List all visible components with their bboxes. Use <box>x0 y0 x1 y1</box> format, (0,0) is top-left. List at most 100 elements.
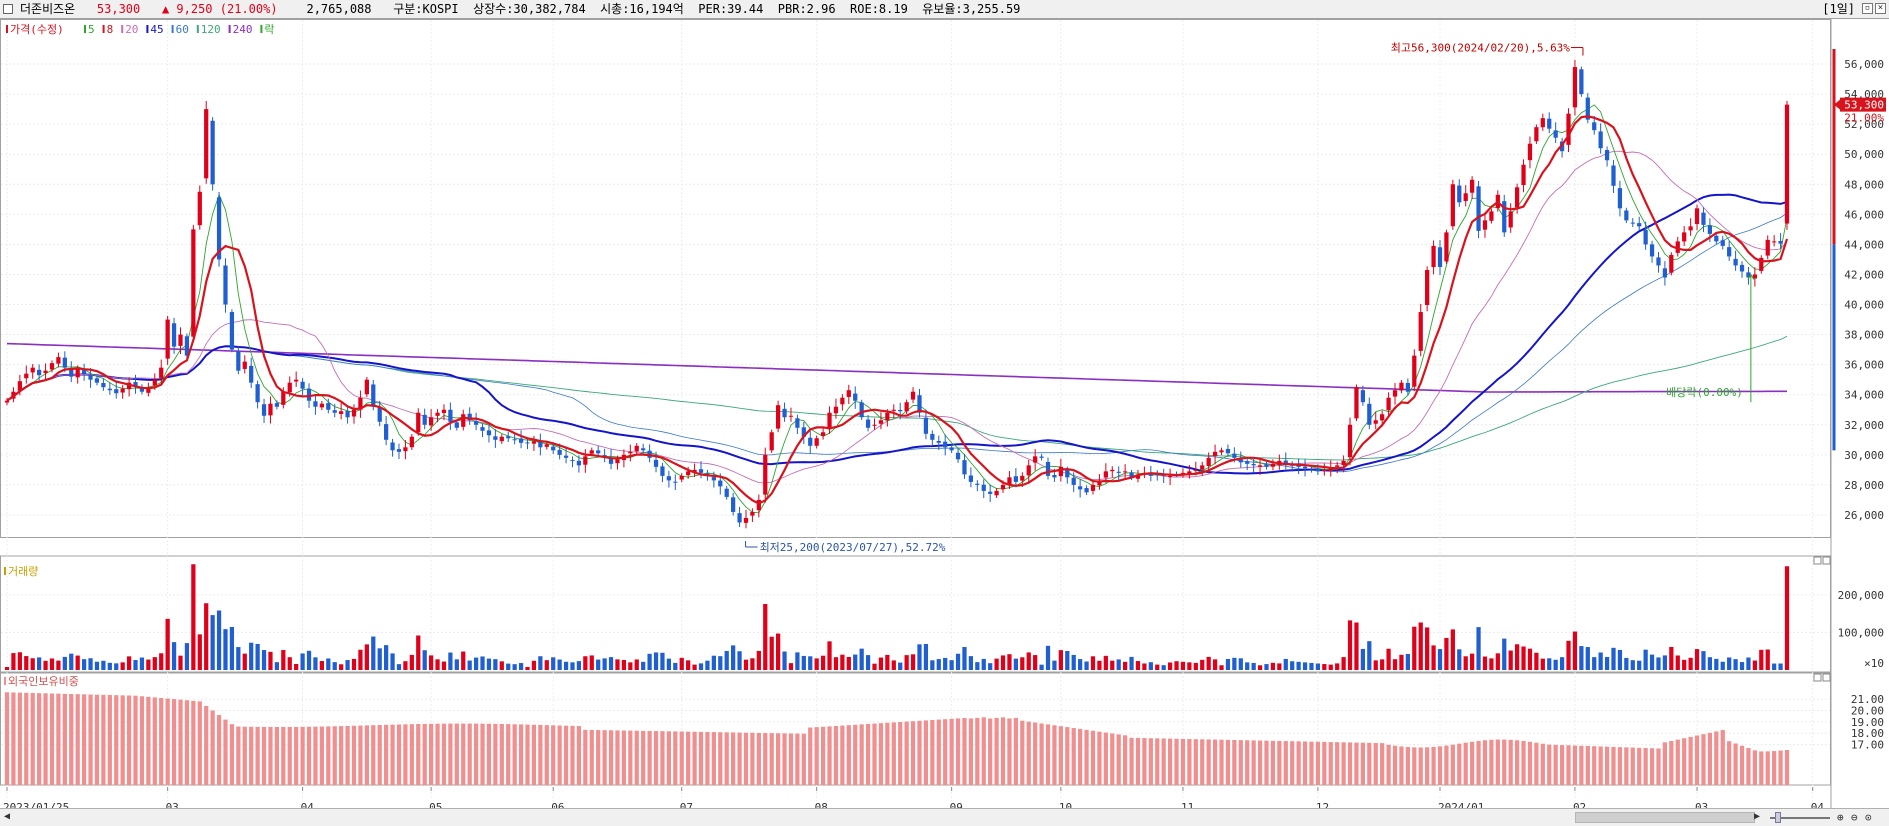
foreign-bar <box>872 723 877 785</box>
candle-body <box>512 439 517 441</box>
candle-body <box>1084 488 1089 493</box>
zoom-slider-handle[interactable] <box>1775 812 1781 823</box>
foreign-bar <box>294 726 299 785</box>
foreign-bar <box>1013 717 1019 785</box>
volume-bar <box>917 644 922 670</box>
candle-body <box>1212 451 1218 457</box>
candle-body <box>846 390 851 397</box>
volume-bar <box>1553 659 1558 670</box>
chart-scrollbar[interactable]: ◀ ▶ ⊕ ⊖ ⊙ <box>0 808 1889 826</box>
foreign-bar <box>107 695 112 785</box>
candle-body <box>1437 247 1443 267</box>
candle-body <box>878 420 884 424</box>
candle-body <box>1604 150 1610 161</box>
candle-body <box>930 433 935 440</box>
foreign-panel-close-icon[interactable] <box>1822 673 1831 682</box>
volume-bar <box>294 663 299 670</box>
foreign-bar <box>1193 739 1198 785</box>
scroll-left-icon[interactable]: ◀ <box>4 811 10 822</box>
header-checkbox[interactable] <box>3 4 13 14</box>
candle-body <box>1335 465 1340 467</box>
candle-body <box>660 466 665 476</box>
foreign-bar <box>859 724 864 785</box>
volume-bar <box>1116 659 1121 670</box>
volume-bar <box>178 655 183 670</box>
foreign-bar <box>775 733 781 785</box>
volume-bar <box>608 657 614 670</box>
scroll-right-icon[interactable]: ▶ <box>1754 811 1760 822</box>
candle-body <box>1302 466 1308 469</box>
volume-bar <box>1682 659 1687 670</box>
month-tick-label: 04 <box>301 801 315 808</box>
foreign-bar <box>731 732 736 785</box>
period-selector[interactable]: [1일] <box>1822 2 1855 17</box>
foreign-bar <box>1026 721 1031 785</box>
volume-bar <box>306 650 312 670</box>
volume-bar <box>159 653 164 670</box>
volume-bar <box>1219 665 1224 670</box>
candle-body <box>1688 226 1693 231</box>
volume-bar <box>1341 657 1346 670</box>
foreign-bar <box>1675 739 1680 785</box>
reserve-ratio: 유보율:3,255.59 <box>922 2 1021 16</box>
price-tick-label: 48,000 <box>1844 178 1884 191</box>
foreign-bar <box>570 725 575 785</box>
foreign-bar <box>846 725 851 785</box>
volume-panel-restore-icon[interactable] <box>1813 556 1822 565</box>
restore-icon[interactable]: ▫ <box>1862 3 1873 14</box>
zoom-out-icon[interactable]: ⊖ <box>1851 811 1858 824</box>
zoom-in-icon[interactable]: ⊕ <box>1837 811 1844 824</box>
volume-panel-close-icon[interactable] <box>1822 556 1831 565</box>
volume-bar <box>1270 662 1276 670</box>
foreign-bar <box>1039 723 1044 785</box>
foreign-bar <box>1450 744 1455 785</box>
foreign-bar <box>551 725 556 785</box>
zoom-reset-icon[interactable]: ⊙ <box>1865 811 1872 824</box>
volume-bar <box>1746 657 1751 670</box>
foreign-bar <box>531 724 537 785</box>
candle-body <box>711 477 716 481</box>
foreign-bar <box>377 725 382 785</box>
foreign-bar <box>146 696 151 785</box>
scroll-thumb[interactable] <box>1575 812 1755 823</box>
candle-body <box>165 319 170 359</box>
candle-body <box>326 403 331 410</box>
candle-body <box>506 436 511 439</box>
candle-body <box>43 370 48 374</box>
foreign-bar <box>602 730 607 785</box>
volume-bar <box>1296 661 1301 670</box>
foreign-bar <box>69 693 74 785</box>
candle-body <box>171 323 177 347</box>
volume-bar <box>949 660 954 670</box>
candle-body <box>782 408 787 418</box>
volume-bar <box>814 658 819 670</box>
volume-bar <box>628 662 633 670</box>
candle-body <box>1662 268 1668 278</box>
foreign-bar <box>1296 741 1301 785</box>
month-tick-label: 02 <box>1573 801 1586 808</box>
volume-bar <box>1193 662 1198 670</box>
foreign-bar <box>705 731 710 785</box>
stock-chart[interactable]: 가격(수정) 5 8 20 45 60 120 240 락 거래량 외국인보유비중 56,000… <box>0 19 1889 808</box>
volume-bar <box>473 657 479 670</box>
volume-bar <box>769 636 774 670</box>
foreign-bar <box>1232 739 1237 785</box>
candle-body <box>596 450 601 454</box>
candle-body <box>461 414 466 427</box>
foreign-panel-restore-icon[interactable] <box>1813 673 1822 682</box>
foreign-bar <box>1514 740 1520 785</box>
foreign-bar <box>994 717 999 785</box>
foreign-bar <box>435 723 440 785</box>
volume-bar <box>840 654 845 670</box>
foreign-bar <box>281 726 286 785</box>
volume-bar <box>1000 655 1006 670</box>
close-icon[interactable]: × <box>1875 3 1886 14</box>
volume-bar <box>1450 629 1455 670</box>
volume-bar <box>1386 648 1391 670</box>
foreign-bar <box>820 726 826 785</box>
candle-body <box>698 469 704 473</box>
volume-bar <box>326 658 331 670</box>
volume-bar <box>1425 627 1430 670</box>
volume-bar <box>165 618 170 670</box>
volume-bar <box>1534 652 1539 670</box>
